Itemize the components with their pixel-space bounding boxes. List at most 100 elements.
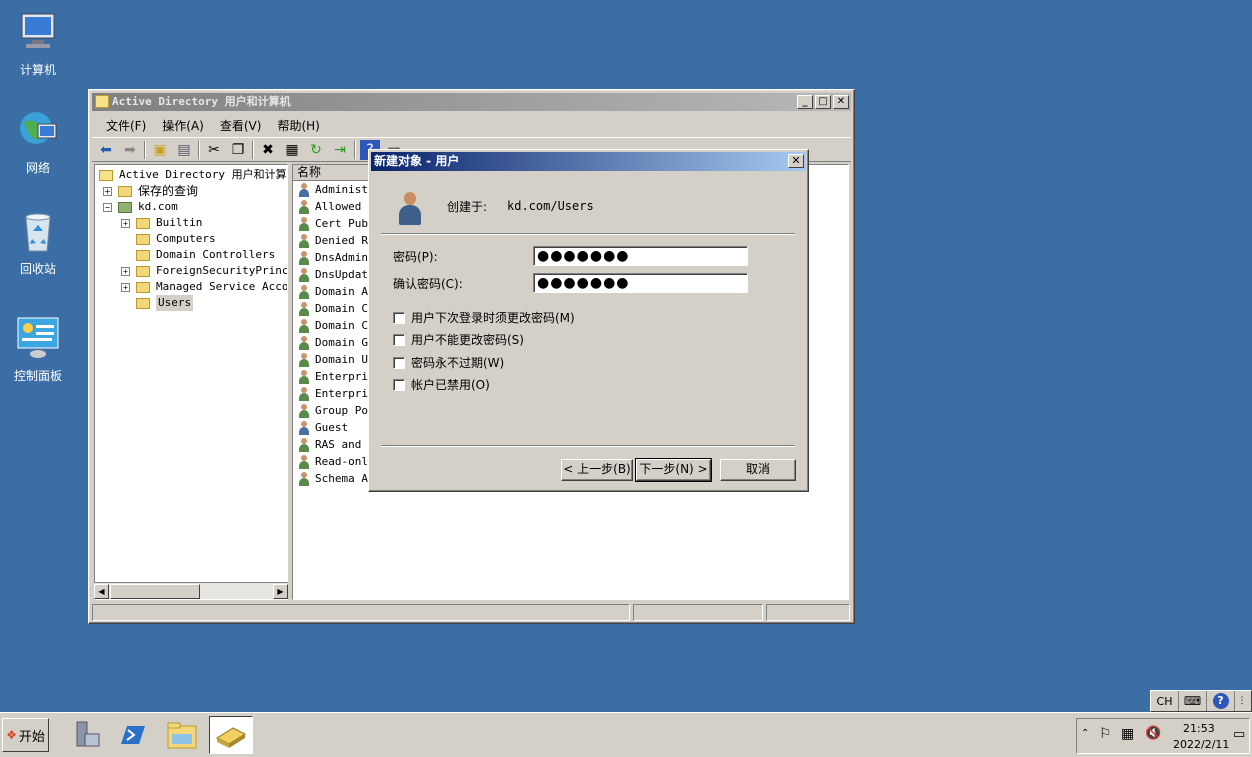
tree-item-foreign-security[interactable]: + ForeignSecurityPrincip <box>121 263 287 279</box>
expand-icon[interactable]: + <box>103 186 112 196</box>
up-folder-icon[interactable]: ▣ <box>150 140 170 160</box>
checkbox-must-change-password[interactable]: 用户下次登录时须更改密码(M) <box>393 309 575 326</box>
confirm-password-input[interactable]: ●●●●●●● <box>533 273 748 293</box>
group-icon <box>297 454 311 469</box>
checkbox-password-never-expires[interactable]: 密码永不过期(W) <box>393 354 504 371</box>
folder-icon <box>136 233 150 245</box>
next-button[interactable]: 下一步(N) > <box>635 458 712 482</box>
taskbar-server-manager[interactable] <box>64 716 108 754</box>
list-item[interactable]: Domain Us <box>297 351 375 368</box>
checkbox-box[interactable] <box>393 311 405 324</box>
tree-item-computers[interactable]: Computers <box>136 231 216 247</box>
scroll-thumb[interactable] <box>110 584 200 599</box>
keyboard-icon[interactable]: ⌨ <box>1179 691 1207 711</box>
delete-icon[interactable]: ✖ <box>258 140 278 160</box>
list-item[interactable]: Administ <box>297 181 368 198</box>
properties-icon[interactable]: ▦ <box>282 140 302 160</box>
scroll-left-icon[interactable]: ◀ <box>94 584 109 599</box>
checkbox-cannot-change-password[interactable]: 用户不能更改密码(S) <box>393 331 524 348</box>
minimize-button[interactable]: _ <box>797 95 813 109</box>
list-item[interactable]: Read-only <box>297 453 375 470</box>
start-button[interactable]: ❖ 开始 <box>2 718 49 752</box>
list-item[interactable]: Domain Co <box>297 317 375 334</box>
expand-icon[interactable]: + <box>121 282 130 292</box>
help-icon[interactable]: ? <box>1207 691 1235 711</box>
tree-item-managed-service[interactable]: + Managed Service Accour <box>121 279 287 295</box>
tree-item-saved-queries[interactable]: + 保存的查询 <box>103 183 198 199</box>
toolbar-separator <box>252 140 254 159</box>
forward-arrow-icon[interactable]: ➡ <box>120 140 140 160</box>
list-item-name: Guest <box>315 421 349 434</box>
list-item[interactable]: Guest <box>297 419 348 436</box>
language-indicator[interactable]: CH <box>1151 691 1179 711</box>
network-tray-icon[interactable]: ▦ <box>1121 726 1134 742</box>
list-item[interactable]: Enterpris <box>297 368 375 385</box>
checkbox-box[interactable] <box>393 356 405 369</box>
column-header-name[interactable]: 名称 <box>293 165 373 181</box>
group-icon <box>297 284 311 299</box>
clock-date[interactable]: 2022/2/11 <box>1173 738 1229 751</box>
list-item[interactable]: DnsUpdate <box>297 266 375 283</box>
volume-muted-icon[interactable]: 🔇 <box>1145 726 1161 741</box>
list-item[interactable]: Schema Ad <box>297 470 375 487</box>
show-desktop-icon[interactable]: ▭ <box>1233 727 1245 742</box>
dialog-close-button[interactable]: ✕ <box>788 154 804 168</box>
password-input[interactable]: ●●●●●●● <box>533 246 748 266</box>
tree-item-users[interactable]: Users <box>136 295 194 311</box>
desktop-icon-computer[interactable]: 计算机 <box>6 10 70 78</box>
close-button[interactable]: ✕ <box>833 95 849 109</box>
back-button[interactable]: < 上一步(B) <box>561 459 633 481</box>
list-item[interactable]: Domain Gu <box>297 334 375 351</box>
list-item[interactable]: Denied RO <box>297 232 375 249</box>
menu-view[interactable]: 查看(V) <box>212 114 270 136</box>
show-tree-icon[interactable]: ▤ <box>174 140 194 160</box>
taskbar-powershell[interactable] <box>110 716 154 754</box>
action-center-flag-icon[interactable]: ⚐ <box>1099 726 1112 742</box>
list-item[interactable]: Domain Ad <box>297 283 375 300</box>
maximize-button[interactable]: □ <box>815 95 831 109</box>
cancel-button[interactable]: 取消 <box>720 459 796 481</box>
expand-icon[interactable]: + <box>121 266 130 276</box>
status-panel <box>633 604 763 621</box>
list-item[interactable]: RAS and I <box>297 436 375 453</box>
list-item[interactable]: Group Pol <box>297 402 375 419</box>
list-item[interactable]: Enterpris <box>297 385 375 402</box>
menu-file[interactable]: 文件(F) <box>98 114 154 136</box>
options-icon[interactable]: ⋮ <box>1235 691 1249 711</box>
collapse-icon[interactable]: − <box>103 202 112 212</box>
expand-icon[interactable]: + <box>121 218 130 228</box>
list-item[interactable]: DnsAdmins <box>297 249 375 266</box>
back-arrow-icon[interactable]: ⬅ <box>96 140 116 160</box>
scroll-right-icon[interactable]: ▶ <box>273 584 288 599</box>
taskbar-explorer[interactable] <box>160 716 204 754</box>
desktop-icon-label: 控制面板 <box>13 369 62 383</box>
tree-item-builtin[interactable]: + Builtin <box>121 215 202 231</box>
checkbox-account-disabled[interactable]: 帐户已禁用(O) <box>393 376 490 393</box>
window-titlebar[interactable]: Active Directory 用户和计算机 _ □ ✕ <box>92 93 851 111</box>
tree-horizontal-scrollbar[interactable]: ◀ ▶ <box>94 582 288 599</box>
taskbar-ad-users[interactable] <box>209 716 253 754</box>
menu-action[interactable]: 操作(A) <box>154 114 212 136</box>
clock-time[interactable]: 21:53 <box>1183 722 1215 735</box>
dialog-titlebar[interactable]: 新建对象 - 用户 ✕ <box>371 152 806 171</box>
powershell-icon <box>121 726 145 744</box>
tree-item-domain[interactable]: − kd.com <box>103 199 178 215</box>
list-item-name: Enterpris <box>315 387 375 400</box>
checkbox-box[interactable] <box>393 378 405 391</box>
list-item[interactable]: Allowed R <box>297 198 375 215</box>
desktop-icon-control-panel[interactable]: 控制面板 <box>6 316 70 384</box>
list-item[interactable]: Domain Co <box>297 300 375 317</box>
show-hidden-icons[interactable]: ⌃ <box>1081 728 1089 739</box>
checkbox-box[interactable] <box>393 333 405 346</box>
list-item[interactable]: Cert Publ <box>297 215 375 232</box>
menu-help[interactable]: 帮助(H) <box>269 114 327 136</box>
refresh-icon[interactable]: ↻ <box>306 140 326 160</box>
tree-root[interactable]: Active Directory 用户和计算机 <box>99 167 287 183</box>
ad-console-icon <box>215 727 247 748</box>
export-icon[interactable]: ⇥ <box>330 140 350 160</box>
desktop-icon-recycle-bin[interactable]: 回收站 <box>6 209 70 277</box>
tree-item-domain-controllers[interactable]: Domain Controllers <box>136 247 275 263</box>
cut-icon[interactable]: ✂ <box>204 140 224 160</box>
copy-icon[interactable]: ❐ <box>228 140 248 160</box>
desktop-icon-network[interactable]: 网络 <box>6 108 70 176</box>
